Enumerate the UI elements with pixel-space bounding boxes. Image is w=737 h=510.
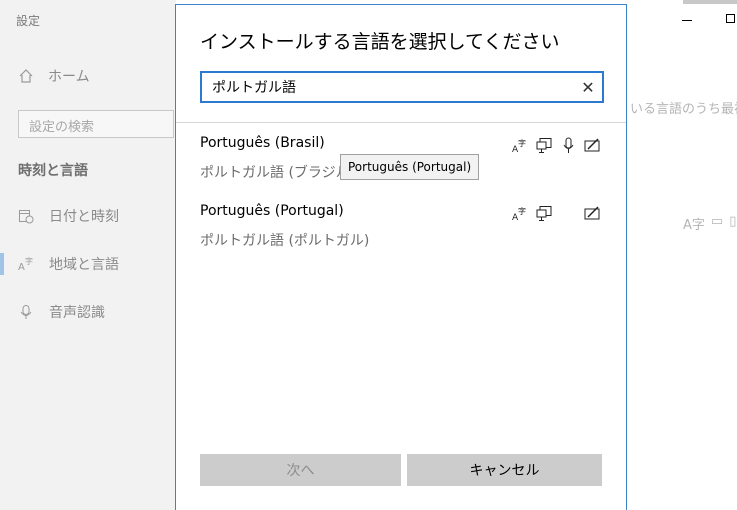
language-feature-icons: A 字	[512, 137, 604, 155]
language-feature-icons: A 字	[512, 205, 604, 223]
settings-search-input[interactable]: 設定の検索	[18, 110, 174, 138]
settings-title: 設定	[16, 14, 41, 28]
language-search-box[interactable]: ✕	[200, 71, 604, 103]
home-icon	[19, 69, 33, 83]
background-settings-window	[627, 0, 737, 510]
speech-recognition-icon	[563, 137, 574, 153]
language-name: Português (Portugal)	[200, 203, 344, 219]
next-button[interactable]: 次へ	[200, 454, 401, 486]
svg-text:字: 字	[518, 138, 526, 148]
language-subtitle: ポルトガル語 (ブラジル)	[200, 165, 356, 181]
sidebar-item-date-time[interactable]: 日付と時刻	[18, 206, 119, 226]
background-titlebar-strip	[683, 0, 737, 4]
text-to-speech-icon	[536, 138, 552, 153]
handwriting-icon	[584, 206, 600, 220]
clear-search-icon[interactable]: ✕	[574, 78, 602, 97]
background-feature-icons: A字 ▭ ▯	[683, 214, 736, 233]
language-icon: A 字	[18, 256, 33, 272]
display-language-icon: A 字	[512, 206, 526, 222]
text-to-speech-icon	[536, 206, 552, 221]
sidebar-item-home[interactable]: ホーム	[18, 66, 90, 86]
calendar-clock-icon	[19, 210, 34, 224]
text-to-speech-icon: ▭	[710, 214, 724, 229]
language-subtitle: ポルトガル語 (ポルトガル)	[200, 233, 370, 249]
speech-recognition-icon: ▯	[729, 214, 737, 229]
tooltip: Português (Portugal)	[340, 154, 480, 180]
install-language-dialog: インストールする言語を選択してください ✕ Português (Brasil)…	[175, 4, 627, 510]
background-partial-text: いる言語のうち最初	[630, 102, 737, 117]
language-name: Português (Brasil)	[200, 135, 325, 151]
dialog-title: インストールする言語を選択してください	[200, 31, 560, 53]
sidebar-item-label: 音声認識	[49, 305, 105, 321]
svg-text:字: 字	[518, 206, 526, 216]
search-placeholder: 設定の検索	[29, 120, 95, 135]
sidebar-home-label: ホーム	[48, 69, 90, 85]
handwriting-icon	[584, 138, 600, 152]
cancel-button[interactable]: キャンセル	[407, 454, 602, 486]
sidebar-item-region-language[interactable]: A 字 地域と言語	[18, 254, 119, 274]
display-language-icon: A 字	[512, 138, 526, 154]
microphone-icon	[20, 305, 32, 319]
maximize-icon[interactable]	[726, 14, 735, 23]
minimize-icon[interactable]	[682, 20, 692, 21]
sidebar-item-speech[interactable]: 音声認識	[18, 302, 105, 322]
divider	[176, 122, 626, 123]
sidebar-section-heading: 時刻と言語	[18, 163, 88, 179]
language-option-pt-pt[interactable]: Português (Portugal) ポルトガル語 (ポルトガル) A 字	[200, 203, 604, 259]
svg-text:A: A	[18, 262, 25, 272]
display-language-icon: A字	[683, 218, 705, 233]
sidebar-item-label: 地域と言語	[49, 257, 119, 273]
active-indicator	[0, 253, 4, 275]
sidebar-item-label: 日付と時刻	[49, 209, 119, 225]
svg-text:字: 字	[25, 256, 33, 266]
settings-sidebar: 設定 ホーム 設定の検索 時刻と言語 日付と時刻 A 字 地域と言語 音声認識	[0, 0, 176, 510]
language-search-input[interactable]	[202, 79, 574, 95]
